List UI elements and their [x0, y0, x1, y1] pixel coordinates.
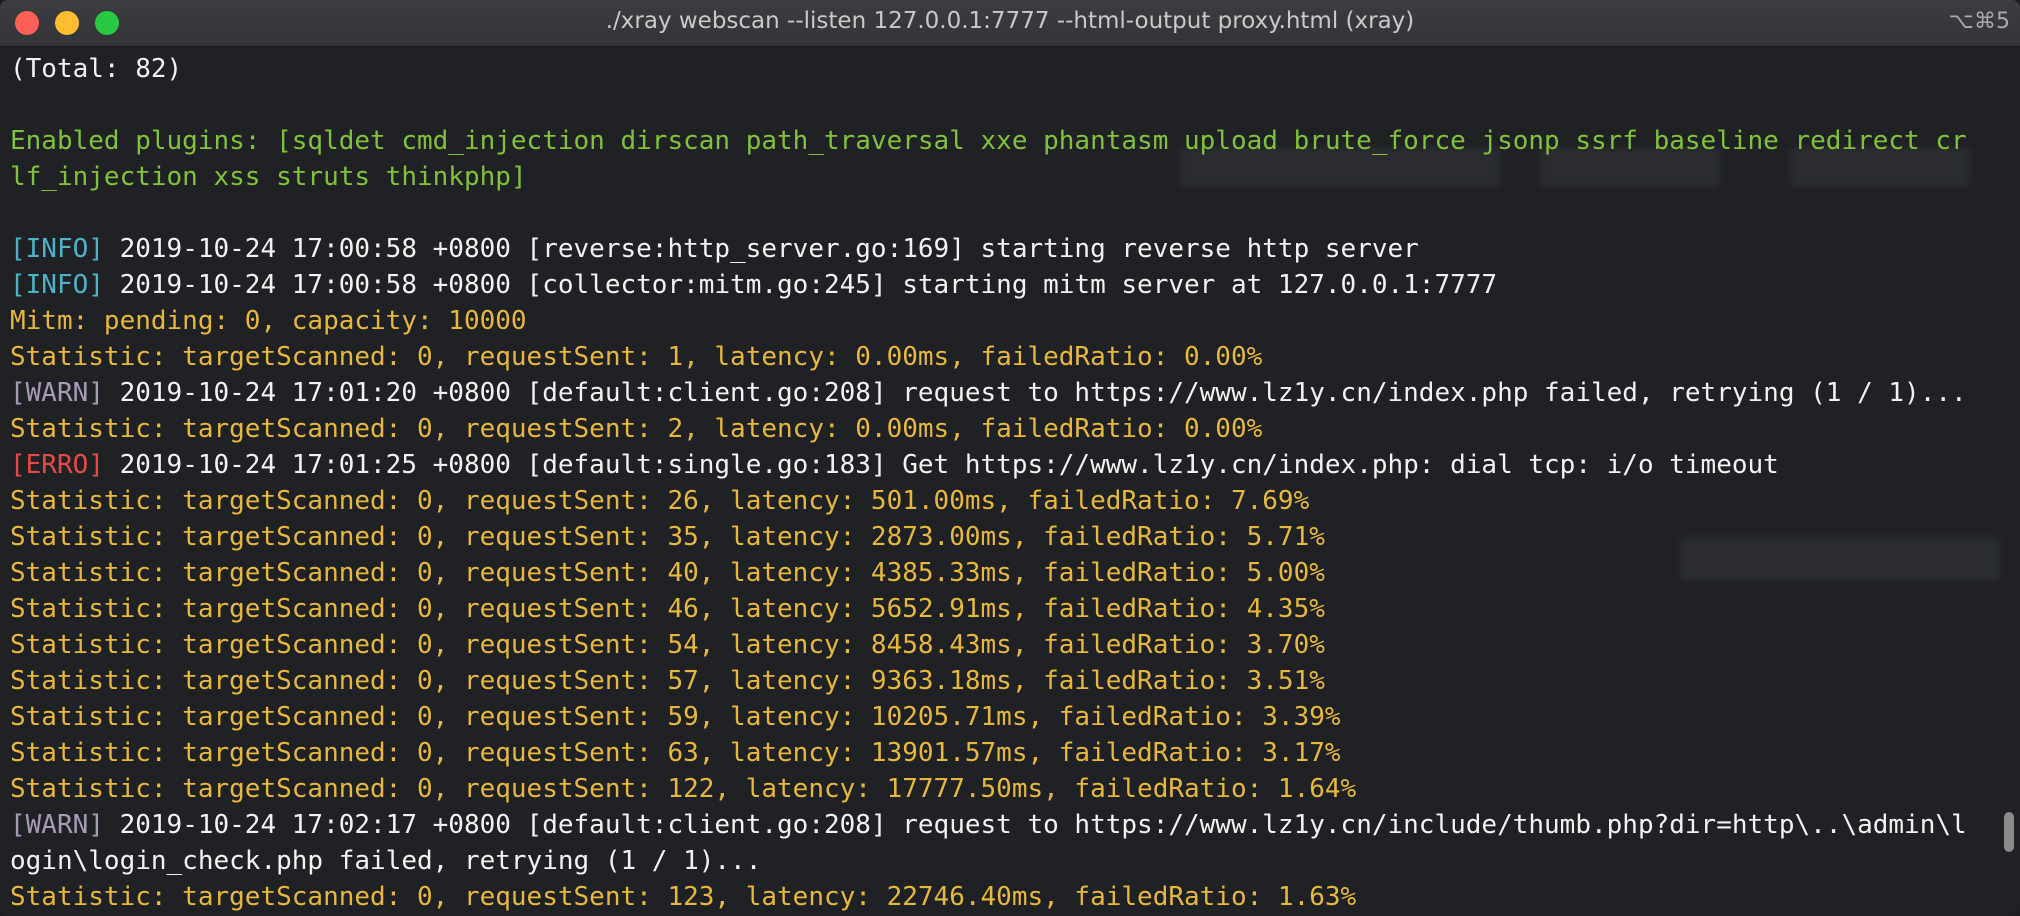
- terminal-line: Statistic: targetScanned: 0, requestSent…: [10, 555, 2006, 591]
- terminal-line: Mitm: pending: 0, capacity: 10000: [10, 303, 2006, 339]
- terminal-line: Statistic: targetScanned: 0, requestSent…: [10, 411, 2006, 447]
- terminal-text: (Total: 82): [10, 54, 183, 84]
- terminal-text: Enabled plugins: [sqldet cmd_injection d…: [10, 126, 1967, 156]
- terminal-text: Statistic: targetScanned: 0, requestSent…: [10, 414, 1263, 444]
- terminal-line: (Total: 82): [10, 51, 2006, 87]
- terminal-text: Mitm: pending: 0, capacity: 10000: [10, 306, 527, 336]
- terminal-window: ./xray webscan --listen 127.0.0.1:7777 -…: [0, 0, 2020, 916]
- terminal-text: Statistic: targetScanned: 0, requestSent…: [10, 738, 1341, 768]
- terminal-line: [ERRO] 2019-10-24 17:01:25 +0800 [defaul…: [10, 447, 2006, 483]
- terminal-text: Statistic: targetScanned: 0, requestSent…: [10, 882, 1357, 912]
- terminal-text: 2019-10-24 17:01:20 +0800 [default:clien…: [103, 378, 1967, 408]
- terminal-text: Statistic: targetScanned: 0, requestSent…: [10, 522, 1325, 552]
- terminal-text: lf_injection xss struts thinkphp]: [10, 162, 527, 192]
- terminal-lines: (Total: 82) Enabled plugins: [sqldet cmd_…: [10, 51, 2006, 915]
- terminal-text: 2019-10-24 17:01:25 +0800 [default:singl…: [103, 450, 1779, 480]
- terminal-text: Statistic: targetScanned: 0, requestSent…: [10, 774, 1357, 804]
- terminal-line: [WARN] 2019-10-24 17:01:20 +0800 [defaul…: [10, 375, 2006, 411]
- terminal-line: lf_injection xss struts thinkphp]: [10, 159, 2006, 195]
- terminal-text: 2019-10-24 17:02:17 +0800 [default:clien…: [103, 810, 1967, 840]
- terminal-line: Statistic: targetScanned: 0, requestSent…: [10, 771, 2006, 807]
- terminal-line: ogin\login_check.php failed, retrying (1…: [10, 843, 2006, 879]
- terminal-text: Statistic: targetScanned: 0, requestSent…: [10, 558, 1325, 588]
- window-title: ./xray webscan --listen 127.0.0.1:7777 -…: [605, 8, 1415, 34]
- terminal-text: Statistic: targetScanned: 0, requestSent…: [10, 594, 1325, 624]
- terminal-line: Statistic: targetScanned: 0, requestSent…: [10, 627, 2006, 663]
- terminal-line: Statistic: targetScanned: 0, requestSent…: [10, 699, 2006, 735]
- terminal-line: [WARN] 2019-10-24 17:02:17 +0800 [defaul…: [10, 807, 2006, 843]
- terminal-output[interactable]: (Total: 82) Enabled plugins: [sqldet cmd_…: [0, 47, 2020, 916]
- terminal-line: Statistic: targetScanned: 0, requestSent…: [10, 339, 2006, 375]
- terminal-text: [WARN]: [10, 810, 104, 840]
- terminal-line: [INFO] 2019-10-24 17:00:58 +0800 [collec…: [10, 267, 2006, 303]
- terminal-text: ogin\login_check.php failed, retrying (1…: [10, 846, 762, 876]
- terminal-text: Statistic: targetScanned: 0, requestSent…: [10, 630, 1325, 660]
- terminal-line: Statistic: targetScanned: 0, requestSent…: [10, 663, 2006, 699]
- terminal-text: [ERRO]: [10, 450, 104, 480]
- shortcut-label: ⌥⌘5: [1948, 9, 2010, 34]
- terminal-text: Statistic: targetScanned: 0, requestSent…: [10, 342, 1263, 372]
- terminal-text: 2019-10-24 17:00:58 +0800 [collector:mit…: [103, 270, 1498, 300]
- terminal-text: 2019-10-24 17:00:58 +0800 [reverse:http_…: [103, 234, 1419, 264]
- scrollbar-thumb[interactable]: [2004, 812, 2014, 852]
- terminal-line: [INFO] 2019-10-24 17:00:58 +0800 [revers…: [10, 231, 2006, 267]
- terminal-line: Statistic: targetScanned: 0, requestSent…: [10, 879, 2006, 915]
- terminal-line: Enabled plugins: [sqldet cmd_injection d…: [10, 123, 2006, 159]
- terminal-text: [INFO]: [10, 234, 104, 264]
- terminal-line: Statistic: targetScanned: 0, requestSent…: [10, 591, 2006, 627]
- terminal-text: [INFO]: [10, 270, 104, 300]
- terminal-text: Statistic: targetScanned: 0, requestSent…: [10, 666, 1325, 696]
- terminal-line: Statistic: targetScanned: 0, requestSent…: [10, 483, 2006, 519]
- terminal-text: Statistic: targetScanned: 0, requestSent…: [10, 702, 1341, 732]
- terminal-text: [WARN]: [10, 378, 104, 408]
- terminal-line: Statistic: targetScanned: 0, requestSent…: [10, 519, 2006, 555]
- title-bar[interactable]: ./xray webscan --listen 127.0.0.1:7777 -…: [0, 0, 2020, 47]
- terminal-line: Statistic: targetScanned: 0, requestSent…: [10, 735, 2006, 771]
- terminal-text: Statistic: targetScanned: 0, requestSent…: [10, 486, 1310, 516]
